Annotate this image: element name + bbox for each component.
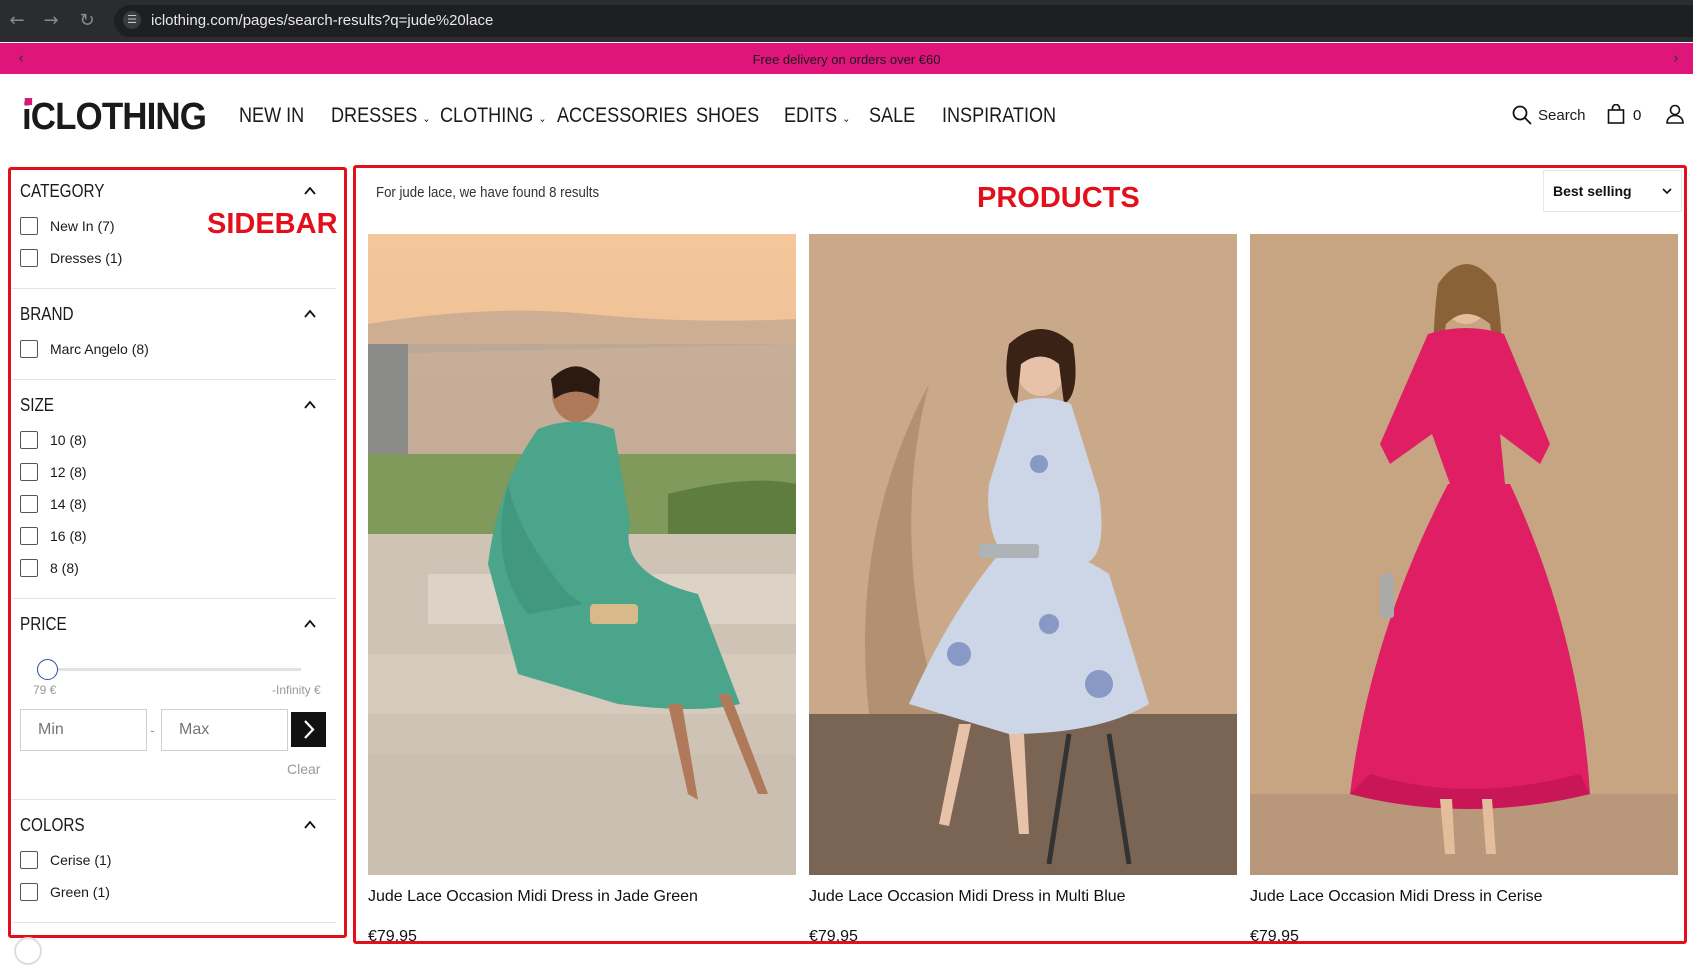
product-image[interactable] bbox=[368, 234, 796, 875]
filter-category-title[interactable]: CATEGORY bbox=[20, 181, 104, 202]
sidebar-annotation-label: SIDEBAR bbox=[207, 208, 338, 240]
filter-brand-title[interactable]: BRAND bbox=[20, 304, 74, 325]
checkbox[interactable] bbox=[20, 249, 38, 267]
announcement-text[interactable]: Free delivery on orders over €60 bbox=[0, 52, 1693, 67]
product-price: €79.95 bbox=[368, 928, 417, 945]
checkbox[interactable] bbox=[20, 559, 38, 577]
product-photo-multi-blue bbox=[809, 234, 1237, 875]
nav-accessories[interactable]: ACCESSORIES bbox=[557, 104, 687, 128]
search-icon[interactable] bbox=[1512, 105, 1532, 125]
price-clear-link[interactable]: Clear bbox=[287, 761, 320, 777]
chevron-right-icon bbox=[304, 720, 315, 739]
size-option[interactable]: 10 (8) bbox=[20, 430, 87, 450]
product-image[interactable] bbox=[809, 234, 1237, 875]
checkbox[interactable] bbox=[20, 217, 38, 235]
reload-icon[interactable]: ↻ bbox=[76, 10, 98, 32]
product-card[interactable]: Jude Lace Occasion Midi Dress in Cerise … bbox=[1250, 234, 1678, 945]
products-annotation-label: PRODUCTS bbox=[977, 182, 1140, 214]
results-count-text: For jude lace, we have found 8 results bbox=[376, 184, 600, 201]
url-text[interactable]: iclothing.com/pages/search-results?q=jud… bbox=[151, 12, 493, 29]
arrow-right-icon[interactable]: → bbox=[40, 10, 62, 32]
category-option[interactable]: New In (7) bbox=[20, 216, 115, 236]
site-settings-icon[interactable]: ☰ bbox=[123, 11, 141, 29]
size-option[interactable]: 16 (8) bbox=[20, 526, 87, 546]
chevron-down-icon: ⌄ bbox=[842, 112, 851, 125]
sort-selected-value[interactable]: Best selling bbox=[1553, 183, 1632, 199]
chevron-up-icon[interactable] bbox=[303, 307, 317, 321]
product-photo-jade-green bbox=[368, 234, 796, 875]
nav-clothing[interactable]: CLOTHING ⌄ bbox=[440, 104, 546, 128]
chevron-up-icon[interactable] bbox=[303, 617, 317, 631]
user-icon[interactable] bbox=[1666, 104, 1684, 124]
product-name[interactable]: Jude Lace Occasion Midi Dress in Jade Gr… bbox=[368, 888, 698, 906]
divider bbox=[12, 379, 336, 380]
announcement-bar: ‹ Free delivery on orders over €60 › bbox=[0, 43, 1693, 74]
filter-size-title[interactable]: SIZE bbox=[20, 395, 54, 416]
filter-colors-title[interactable]: COLORS bbox=[20, 815, 85, 836]
category-option[interactable]: Dresses (1) bbox=[20, 248, 122, 268]
color-option[interactable]: Green (1) bbox=[20, 882, 110, 902]
chevron-up-icon[interactable] bbox=[303, 398, 317, 412]
nav-shoes[interactable]: SHOES bbox=[696, 104, 759, 128]
price-slider-handle[interactable] bbox=[37, 659, 58, 680]
checkbox[interactable] bbox=[20, 431, 38, 449]
color-option[interactable]: Cerise (1) bbox=[20, 850, 111, 870]
chevron-up-icon[interactable] bbox=[303, 184, 317, 198]
price-min-label: 79 € bbox=[33, 683, 57, 697]
site-logo[interactable]: iCLOTHING bbox=[22, 96, 207, 139]
chevron-down-icon[interactable] bbox=[1661, 185, 1673, 197]
arrow-left-icon[interactable]: ← bbox=[6, 10, 28, 32]
chevron-down-icon: ⌄ bbox=[422, 112, 431, 125]
checkbox[interactable] bbox=[20, 883, 38, 901]
product-image[interactable] bbox=[1250, 234, 1678, 875]
logo-dot bbox=[24, 98, 33, 105]
price-apply-button[interactable] bbox=[291, 712, 326, 747]
checkbox[interactable] bbox=[20, 495, 38, 513]
product-price: €79.95 bbox=[809, 928, 858, 945]
brand-option[interactable]: Marc Angelo (8) bbox=[20, 339, 149, 359]
size-option[interactable]: 12 (8) bbox=[20, 462, 87, 482]
product-card[interactable]: Jude Lace Occasion Midi Dress in Multi B… bbox=[809, 234, 1237, 945]
chevron-down-icon: ⌄ bbox=[538, 112, 547, 125]
nav-sale[interactable]: SALE bbox=[869, 104, 915, 128]
nav-dresses[interactable]: DRESSES ⌄ bbox=[331, 104, 430, 128]
bag-count[interactable]: 0 bbox=[1633, 107, 1641, 124]
logo-text: iCLOTHING bbox=[22, 96, 207, 138]
product-name[interactable]: Jude Lace Occasion Midi Dress in Cerise bbox=[1250, 888, 1543, 906]
divider bbox=[12, 598, 336, 599]
nav-inspiration[interactable]: INSPIRATION bbox=[942, 104, 1056, 128]
product-name[interactable]: Jude Lace Occasion Midi Dress in Multi B… bbox=[809, 888, 1126, 906]
price-separator: - bbox=[150, 722, 155, 738]
price-max-input[interactable] bbox=[161, 709, 288, 751]
size-option[interactable]: 8 (8) bbox=[20, 558, 79, 578]
chevron-up-icon[interactable] bbox=[303, 818, 317, 832]
filter-price-title[interactable]: PRICE bbox=[20, 614, 67, 635]
checkbox[interactable] bbox=[20, 340, 38, 358]
chat-widget[interactable] bbox=[14, 937, 42, 965]
nav-new-in[interactable]: NEW IN bbox=[239, 104, 304, 128]
size-option[interactable]: 14 (8) bbox=[20, 494, 87, 514]
divider bbox=[12, 288, 336, 289]
chevron-right-icon[interactable]: › bbox=[1673, 49, 1679, 67]
product-price: €79.95 bbox=[1250, 928, 1299, 945]
product-photo-cerise bbox=[1250, 234, 1678, 875]
price-min-input[interactable] bbox=[20, 709, 147, 751]
price-max-label: -Infinity € bbox=[272, 683, 321, 697]
divider bbox=[12, 799, 336, 800]
checkbox[interactable] bbox=[20, 851, 38, 869]
checkbox[interactable] bbox=[20, 527, 38, 545]
divider bbox=[12, 922, 336, 923]
search-label[interactable]: Search bbox=[1538, 107, 1586, 124]
checkbox[interactable] bbox=[20, 463, 38, 481]
shopping-bag-icon[interactable] bbox=[1607, 104, 1625, 124]
product-card[interactable]: Jude Lace Occasion Midi Dress in Jade Gr… bbox=[368, 234, 796, 945]
nav-edits[interactable]: EDITS ⌄ bbox=[784, 104, 850, 128]
price-slider-track[interactable] bbox=[47, 668, 301, 671]
